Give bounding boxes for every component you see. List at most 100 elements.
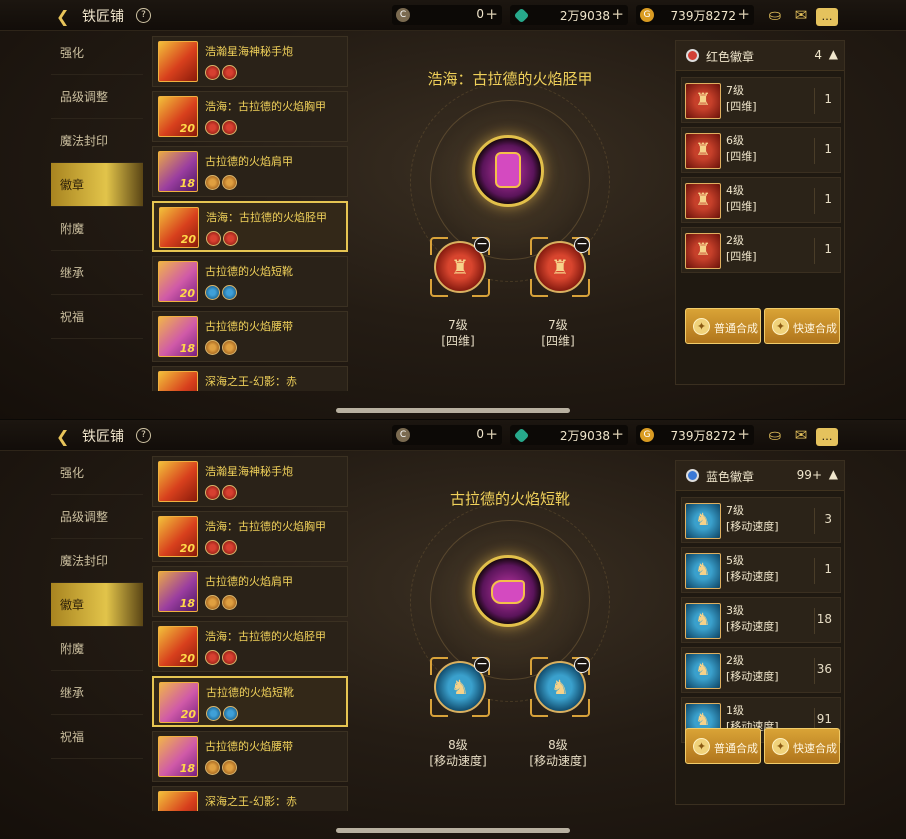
remove-emblem-button[interactable]: − bbox=[574, 237, 590, 253]
gem-icon bbox=[513, 427, 530, 444]
emblem-row[interactable]: ♞ 2级 [移动速度] 36 bbox=[681, 647, 841, 693]
smithy-screen-red: ❮ 铁匠铺 ? C 0 + 2万9038 + G 739万8272 + ⛀ ✉… … bbox=[0, 0, 906, 419]
item-name: 古拉德的火焰肩甲 bbox=[205, 575, 293, 588]
coin-icon: C bbox=[396, 8, 410, 22]
mail-icon[interactable]: ✉ bbox=[790, 6, 812, 24]
chevron-up-icon[interactable]: ▲ bbox=[829, 467, 838, 481]
nav-item-inherit[interactable]: 继承 bbox=[51, 251, 143, 295]
emblem-row[interactable]: ♞ 3级 [移动速度] 18 bbox=[681, 597, 841, 643]
help-icon[interactable]: ? bbox=[132, 424, 155, 447]
emblem-row[interactable]: ♜ 2级 [四维] 1 bbox=[681, 227, 841, 273]
nav-item-grade[interactable]: 品级调整 bbox=[51, 495, 143, 539]
emblem-row[interactable]: ♜ 4级 [四维] 1 bbox=[681, 177, 841, 223]
nav-item-bless[interactable]: 祝福 bbox=[51, 295, 143, 339]
normal-synthesis-button[interactable]: ✦ 普通合成 bbox=[685, 308, 761, 344]
chat-icon[interactable]: … bbox=[816, 428, 838, 446]
list-item[interactable]: 浩瀚星海神秘手炮 bbox=[152, 456, 348, 507]
list-item[interactable]: 18 古拉德的火焰腰带 bbox=[152, 731, 348, 782]
emblem-label-left: 8级 [移动速度] bbox=[429, 738, 487, 768]
nav-item-enchant[interactable]: 附魔 bbox=[51, 207, 143, 251]
chat-icon[interactable]: … bbox=[816, 8, 838, 26]
nav-item-seal[interactable]: 魔法封印 bbox=[51, 539, 143, 583]
quick-synthesis-button[interactable]: ✦ 快速合成 bbox=[764, 728, 840, 764]
add-currency-button[interactable]: + bbox=[737, 5, 750, 23]
emblem-row[interactable]: ♜ 6级 [四维] 1 bbox=[681, 127, 841, 173]
chest-armor-icon: 20 bbox=[158, 96, 198, 137]
emblem-slot-icon bbox=[223, 231, 238, 246]
remove-emblem-button[interactable]: − bbox=[474, 657, 490, 673]
panel-header[interactable]: 蓝色徽章 99+ ▲ bbox=[676, 461, 844, 491]
back-arrow-icon[interactable]: ❮ bbox=[56, 427, 69, 446]
nav-item-enhance[interactable]: 强化 bbox=[51, 31, 143, 75]
add-currency-button[interactable]: + bbox=[485, 5, 498, 23]
emblem-slot-right[interactable]: ♞ − bbox=[530, 657, 590, 717]
home-indicator bbox=[336, 408, 570, 413]
item-name: 浩海：古拉德的火焰胸甲 bbox=[205, 100, 326, 113]
currency-value: 2万9038 bbox=[559, 429, 610, 443]
emblem-slot-right[interactable]: ♜ − bbox=[530, 237, 590, 297]
list-item[interactable]: 20 古拉德的火焰短靴 bbox=[152, 256, 348, 307]
blue-emblem-icon: ♞ bbox=[685, 503, 721, 539]
boots-icon: 20 bbox=[158, 261, 198, 302]
equipment-list: 浩瀚星海神秘手炮 20 浩海：古拉德的火焰胸甲 18 古拉德的火焰肩甲 20 浩… bbox=[152, 36, 348, 391]
emblem-label-right: 7级 [四维] bbox=[541, 318, 575, 348]
add-currency-button[interactable]: + bbox=[611, 5, 624, 23]
synthesis-icon: ✦ bbox=[693, 318, 710, 335]
remove-emblem-button[interactable]: − bbox=[574, 657, 590, 673]
panel-header[interactable]: 红色徽章 4 ▲ bbox=[676, 41, 844, 71]
currency-coin-box: C 0 + bbox=[392, 5, 502, 25]
list-item[interactable]: 20 浩海：古拉德的火焰胸甲 bbox=[152, 91, 348, 142]
list-item[interactable]: 18 古拉德的火焰肩甲 bbox=[152, 146, 348, 197]
add-currency-button[interactable]: + bbox=[611, 425, 624, 443]
chevron-up-icon[interactable]: ▲ bbox=[829, 47, 838, 61]
shop-icon[interactable]: ⛀ bbox=[764, 426, 786, 444]
blue-emblem-icon: ♞ bbox=[685, 653, 721, 689]
nav-item-emblem[interactable]: 徽章 bbox=[51, 583, 143, 627]
nav-item-bless[interactable]: 祝福 bbox=[51, 715, 143, 759]
emblem-slot-icon bbox=[205, 285, 220, 300]
list-item[interactable]: 深海之王-幻影：赤 bbox=[152, 786, 348, 811]
emblem-slot-icon bbox=[222, 175, 237, 190]
emblem-label-left: 7级 [四维] bbox=[441, 318, 475, 348]
remove-emblem-button[interactable]: − bbox=[474, 237, 490, 253]
nav-item-enhance[interactable]: 强化 bbox=[51, 451, 143, 495]
emblem-row[interactable]: ♞ 5级 [移动速度] 1 bbox=[681, 547, 841, 593]
nav-item-inherit[interactable]: 继承 bbox=[51, 671, 143, 715]
quick-synthesis-button[interactable]: ✦ 快速合成 bbox=[764, 308, 840, 344]
currency-gold-box: G 739万8272 + bbox=[636, 5, 754, 25]
add-currency-button[interactable]: + bbox=[485, 425, 498, 443]
list-item[interactable]: 浩瀚星海神秘手炮 bbox=[152, 36, 348, 87]
list-item[interactable]: 18 古拉德的火焰肩甲 bbox=[152, 566, 348, 617]
help-icon[interactable]: ? bbox=[132, 4, 155, 27]
item-name: 浩瀚星海神秘手炮 bbox=[205, 45, 293, 58]
emblem-slot-icon bbox=[222, 540, 237, 555]
normal-synthesis-button[interactable]: ✦ 普通合成 bbox=[685, 728, 761, 764]
nav-item-enchant[interactable]: 附魔 bbox=[51, 627, 143, 671]
shop-icon[interactable]: ⛀ bbox=[764, 6, 786, 24]
emblem-row[interactable]: ♜ 7级 [四维] 1 bbox=[681, 77, 841, 123]
item-name: 浩海：古拉德的火焰胫甲 bbox=[206, 211, 327, 224]
back-arrow-icon[interactable]: ❮ bbox=[56, 7, 69, 26]
emblem-slot-icon bbox=[222, 340, 237, 355]
mail-icon[interactable]: ✉ bbox=[790, 426, 812, 444]
list-item-selected[interactable]: 20 古拉德的火焰短靴 bbox=[152, 676, 348, 727]
nav-item-grade[interactable]: 品级调整 bbox=[51, 75, 143, 119]
list-item[interactable]: 20 浩海：古拉德的火焰胸甲 bbox=[152, 511, 348, 562]
nav-item-emblem[interactable]: 徽章 bbox=[51, 163, 143, 207]
list-item[interactable]: 深海之王-幻影：赤 bbox=[152, 366, 348, 391]
list-item[interactable]: 18 古拉德的火焰腰带 bbox=[152, 311, 348, 362]
weapon-icon bbox=[158, 371, 198, 391]
emblem-row[interactable]: ♞ 7级 [移动速度] 3 bbox=[681, 497, 841, 543]
belt-icon: 18 bbox=[158, 736, 198, 777]
chest-armor-icon: 20 bbox=[158, 516, 198, 557]
equipment-list: 浩瀚星海神秘手炮 20 浩海：古拉德的火焰胸甲 18 古拉德的火焰肩甲 20 浩… bbox=[152, 456, 348, 811]
list-item-selected[interactable]: 20 浩海：古拉德的火焰胫甲 bbox=[152, 201, 348, 252]
emblem-slot-left[interactable]: ♜ − bbox=[430, 237, 490, 297]
top-bar: ❮ 铁匠铺 ? C 0 + 2万9038 + G 739万8272 + ⛀ ✉… bbox=[0, 0, 906, 31]
emblem-slot-left[interactable]: ♞ − bbox=[430, 657, 490, 717]
add-currency-button[interactable]: + bbox=[737, 425, 750, 443]
gold-icon: G bbox=[640, 8, 654, 22]
list-item[interactable]: 20 浩海：古拉德的火焰胫甲 bbox=[152, 621, 348, 672]
coin-icon: C bbox=[396, 428, 410, 442]
nav-item-seal[interactable]: 魔法封印 bbox=[51, 119, 143, 163]
